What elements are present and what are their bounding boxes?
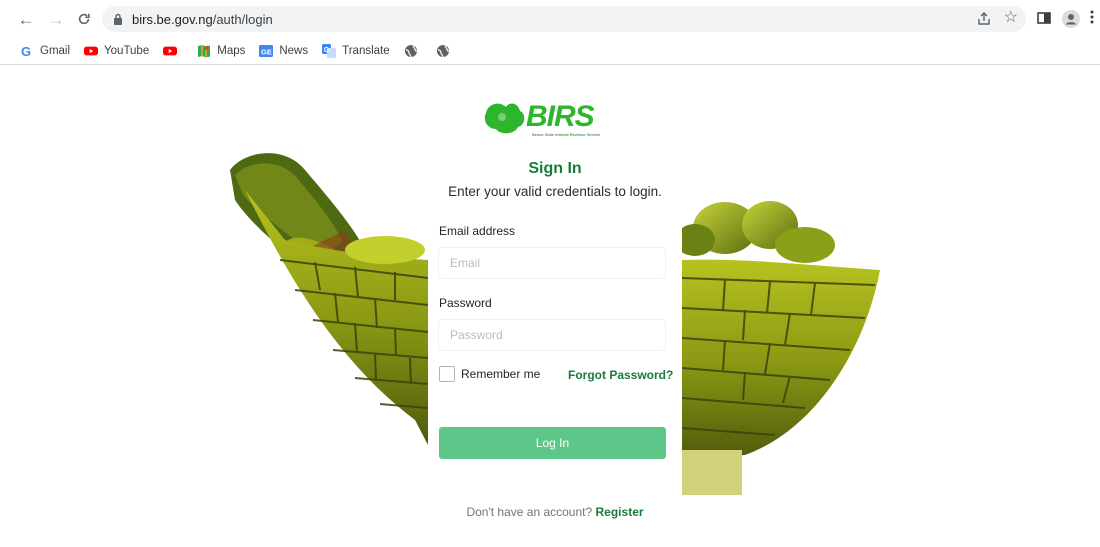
page-title: Sign In [528, 160, 582, 177]
email-field[interactable] [438, 247, 666, 279]
bookmark-label: Gmail [40, 45, 71, 57]
reload-icon[interactable] [74, 9, 94, 29]
remember-me-checkbox[interactable] [439, 366, 455, 382]
password-field[interactable] [438, 319, 666, 351]
browser-toolbar: ← → birs.be.gov.ng/auth/login ☆ [0, 0, 1100, 38]
no-account-text: Don't have an account? [466, 505, 593, 519]
page-subtitle: Enter your valid credentials to login. [448, 184, 662, 199]
back-arrow-icon[interactable]: ← [16, 9, 36, 29]
bookmark-label: Maps [217, 45, 246, 57]
forward-arrow-icon[interactable]: → [46, 9, 66, 29]
logo-tagline: Benue State Internal Revenue Service [532, 132, 601, 137]
svg-text:GE: GE [261, 48, 272, 57]
register-prompt: Don't have an account? Register [428, 505, 682, 519]
logo-text: BIRS [526, 100, 595, 133]
more-menu-icon[interactable] [1090, 10, 1096, 28]
bookmark-maps[interactable]: Maps [197, 41, 245, 61]
maps-icon [197, 44, 211, 58]
forgot-password-link[interactable]: Forgot Password? [568, 368, 673, 382]
bookmark-youtube-2[interactable] [163, 41, 183, 61]
share-icon[interactable] [976, 11, 992, 27]
side-panel-icon[interactable] [1036, 10, 1054, 28]
bookmark-label: YouTube [104, 45, 150, 57]
profile-avatar-icon[interactable] [1062, 10, 1080, 28]
youtube-icon [84, 44, 99, 58]
globe-icon [404, 44, 418, 58]
remember-me-label[interactable]: Remember me [461, 367, 540, 381]
youtube-icon [163, 44, 178, 58]
svg-text:G: G [21, 44, 31, 58]
bookmark-globe-2[interactable] [436, 41, 456, 61]
bookmark-star-icon[interactable]: ☆ [1004, 9, 1018, 27]
bookmark-globe-1[interactable] [404, 41, 424, 61]
register-link[interactable]: Register [596, 505, 644, 519]
bookmarks-bar: G Gmail YouTube Maps GE News G Translate [0, 38, 1100, 64]
url-path: /auth/login [212, 11, 273, 27]
login-button[interactable]: Log In [439, 427, 666, 459]
svg-text:G: G [324, 47, 330, 54]
bookmark-label: News [279, 45, 309, 57]
address-bar[interactable]: birs.be.gov.ng/auth/login ☆ [102, 6, 1026, 32]
bookmark-youtube[interactable]: YouTube [84, 41, 149, 61]
lock-icon [112, 12, 124, 26]
bookmark-translate[interactable]: G Translate [322, 41, 390, 61]
url-text: birs.be.gov.ng/auth/login [132, 12, 273, 27]
birs-logo: BIRS Benue State Internal Revenue Servic… [484, 100, 601, 137]
password-label: Password [439, 296, 492, 310]
news-icon: GE [259, 44, 274, 58]
gmail-icon: G [20, 44, 34, 58]
globe-icon [436, 44, 450, 58]
email-label: Email address [439, 224, 516, 238]
url-host: birs.be.gov.ng [132, 11, 213, 27]
bookmark-news[interactable]: GE News [259, 41, 308, 61]
bookmark-label: Translate [342, 45, 390, 57]
browser-window: ← → birs.be.gov.ng/auth/login ☆ G Gmail … [0, 0, 1100, 547]
bookmark-gmail[interactable]: G Gmail [20, 41, 70, 61]
toolbar-divider [0, 64, 1100, 65]
translate-icon: G [322, 44, 337, 58]
